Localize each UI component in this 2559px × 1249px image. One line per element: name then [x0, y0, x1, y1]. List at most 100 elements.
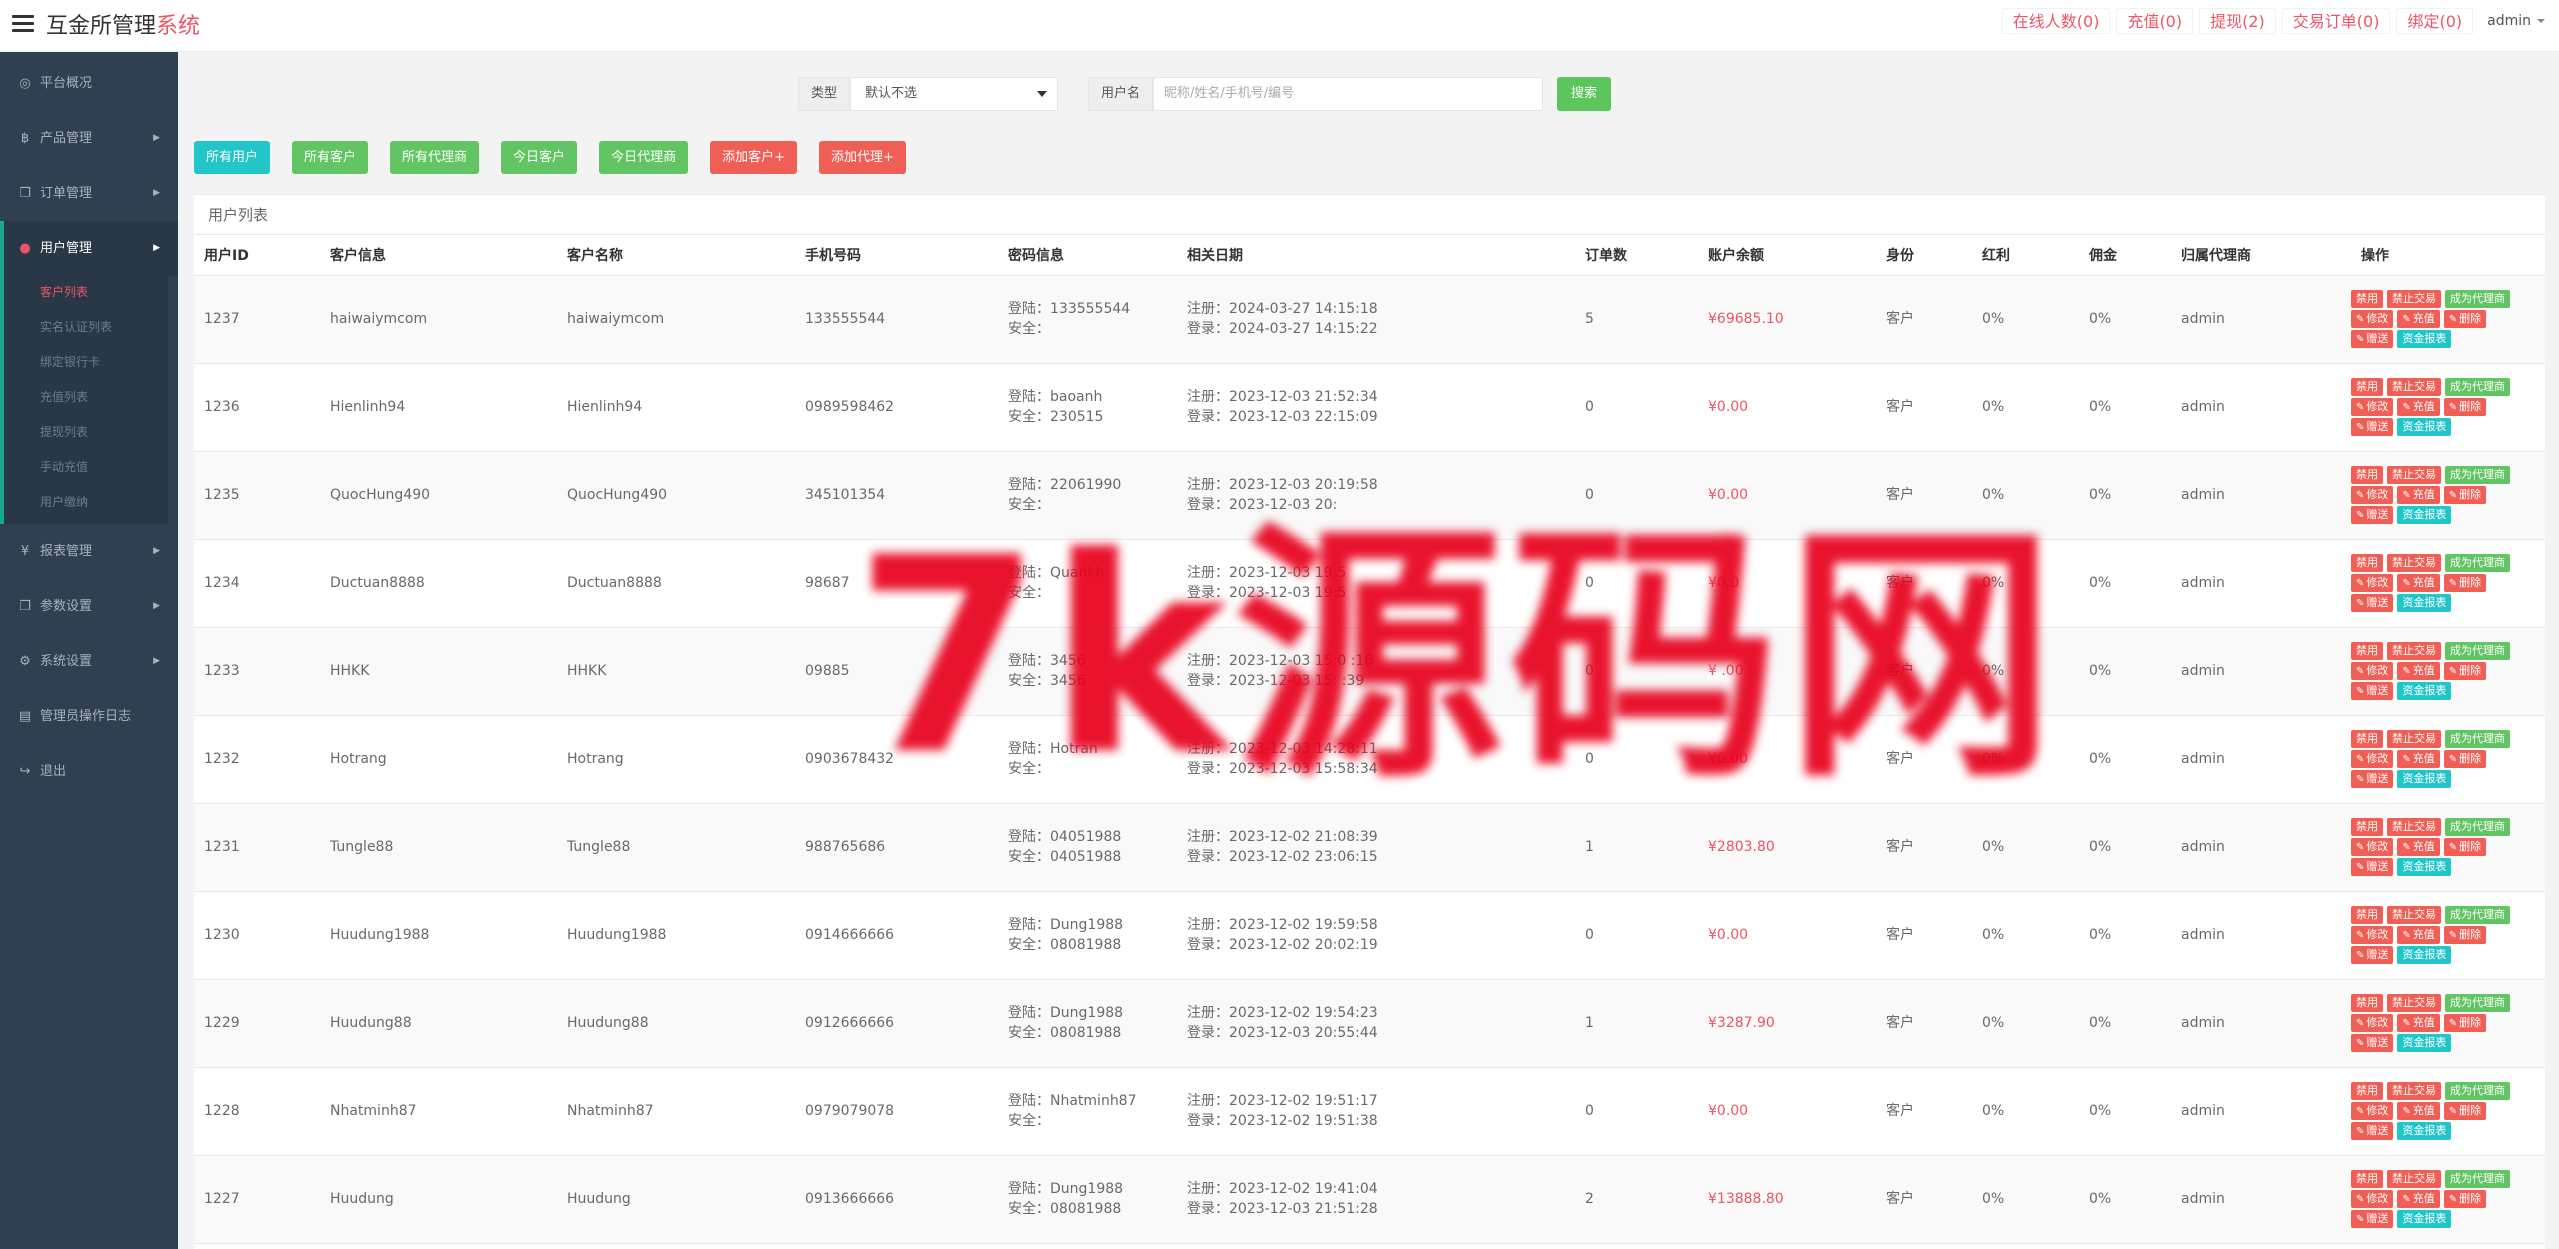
recharge-button[interactable]: ✎ 充值 [2397, 574, 2440, 592]
gift-button[interactable]: ✎ 赠送 [2351, 682, 2394, 700]
fund-report-button[interactable]: 资金报表 [2397, 594, 2452, 612]
fund-report-button[interactable]: 资金报表 [2397, 858, 2452, 876]
delete-button[interactable]: ✎ 删除 [2443, 1190, 2487, 1208]
delete-button[interactable]: ✎ 删除 [2443, 926, 2487, 944]
recharge-button[interactable]: ✎ 充值 [2397, 926, 2440, 944]
recharge-button[interactable]: ✎ 充值 [2397, 1014, 2440, 1032]
gift-button[interactable]: ✎ 赠送 [2351, 330, 2394, 348]
trade-orders-link[interactable]: 交易订单(0) [2281, 8, 2391, 34]
gift-button[interactable]: ✎ 赠送 [2351, 770, 2394, 788]
ban-trade-button[interactable]: 禁止交易 [2387, 906, 2441, 924]
recharge-button[interactable]: ✎ 充值 [2397, 398, 2440, 416]
gift-button[interactable]: ✎ 赠送 [2351, 594, 2394, 612]
become-agent-button[interactable]: 成为代理商 [2445, 906, 2510, 924]
ban-trade-button[interactable]: 禁止交易 [2387, 466, 2441, 484]
disable-button[interactable]: 禁用 [2351, 554, 2383, 572]
gift-button[interactable]: ✎ 赠送 [2351, 1034, 2394, 1052]
all-users-button[interactable]: 所有用户 [194, 141, 271, 174]
become-agent-button[interactable]: 成为代理商 [2445, 994, 2510, 1012]
recharge-link[interactable]: 充值(0) [2116, 8, 2194, 34]
all-agents-button[interactable]: 所有代理商 [390, 141, 480, 174]
ban-trade-button[interactable]: 禁止交易 [2387, 642, 2441, 660]
gift-button[interactable]: ✎ 赠送 [2351, 1210, 2394, 1228]
disable-button[interactable]: 禁用 [2351, 1082, 2383, 1100]
sidebar-item-products[interactable]: ฿ 产品管理 ▶ [0, 111, 178, 166]
disable-button[interactable]: 禁用 [2351, 818, 2383, 836]
recharge-button[interactable]: ✎ 充值 [2397, 1190, 2440, 1208]
fund-report-button[interactable]: 资金报表 [2397, 330, 2452, 348]
edit-button[interactable]: ✎ 修改 [2351, 398, 2394, 416]
disable-button[interactable]: 禁用 [2351, 378, 2383, 396]
submenu-bank-cards[interactable]: 绑定银行卡 [4, 345, 168, 380]
edit-button[interactable]: ✎ 修改 [2351, 1014, 2394, 1032]
fund-report-button[interactable]: 资金报表 [2397, 1122, 2452, 1140]
disable-button[interactable]: 禁用 [2351, 466, 2383, 484]
delete-button[interactable]: ✎ 删除 [2443, 750, 2487, 768]
add-customer-button[interactable]: 添加客户+ [710, 141, 797, 174]
sidebar-item-reports[interactable]: ¥ 报表管理 ▶ [0, 524, 178, 579]
fund-report-button[interactable]: 资金报表 [2397, 682, 2452, 700]
fund-report-button[interactable]: 资金报表 [2397, 946, 2452, 964]
sidebar-item-params[interactable]: ❐ 参数设置 ▶ [0, 579, 178, 634]
bind-link[interactable]: 绑定(0) [2396, 8, 2474, 34]
gift-button[interactable]: ✎ 赠送 [2351, 418, 2394, 436]
recharge-button[interactable]: ✎ 充值 [2397, 662, 2440, 680]
edit-button[interactable]: ✎ 修改 [2351, 838, 2394, 856]
become-agent-button[interactable]: 成为代理商 [2445, 290, 2510, 308]
disable-button[interactable]: 禁用 [2351, 1170, 2383, 1188]
disable-button[interactable]: 禁用 [2351, 994, 2383, 1012]
withdraw-link[interactable]: 提现(2) [2199, 8, 2276, 34]
edit-button[interactable]: ✎ 修改 [2351, 926, 2394, 944]
fund-report-button[interactable]: 资金报表 [2397, 1210, 2452, 1228]
become-agent-button[interactable]: 成为代理商 [2445, 642, 2510, 660]
edit-button[interactable]: ✎ 修改 [2351, 662, 2394, 680]
disable-button[interactable]: 禁用 [2351, 906, 2383, 924]
edit-button[interactable]: ✎ 修改 [2351, 310, 2394, 328]
disable-button[interactable]: 禁用 [2351, 642, 2383, 660]
ban-trade-button[interactable]: 禁止交易 [2387, 1082, 2441, 1100]
fund-report-button[interactable]: 资金报表 [2397, 506, 2452, 524]
user-menu[interactable]: admin [2487, 13, 2545, 29]
submenu-verification-list[interactable]: 实名认证列表 [4, 310, 168, 345]
sidebar-item-dashboard[interactable]: ◎ 平台概况 [0, 56, 178, 111]
recharge-button[interactable]: ✎ 充值 [2397, 1102, 2440, 1120]
edit-button[interactable]: ✎ 修改 [2351, 486, 2394, 504]
delete-button[interactable]: ✎ 删除 [2443, 310, 2487, 328]
ban-trade-button[interactable]: 禁止交易 [2387, 818, 2441, 836]
ban-trade-button[interactable]: 禁止交易 [2387, 730, 2441, 748]
type-select[interactable]: 默认不选 [850, 77, 1059, 111]
recharge-button[interactable]: ✎ 充值 [2397, 750, 2440, 768]
ban-trade-button[interactable]: 禁止交易 [2387, 554, 2441, 572]
become-agent-button[interactable]: 成为代理商 [2445, 1170, 2510, 1188]
become-agent-button[interactable]: 成为代理商 [2445, 818, 2510, 836]
disable-button[interactable]: 禁用 [2351, 730, 2383, 748]
delete-button[interactable]: ✎ 删除 [2443, 486, 2487, 504]
all-customers-button[interactable]: 所有客户 [292, 141, 369, 174]
fund-report-button[interactable]: 资金报表 [2397, 770, 2452, 788]
delete-button[interactable]: ✎ 删除 [2443, 1102, 2487, 1120]
delete-button[interactable]: ✎ 删除 [2443, 838, 2487, 856]
ban-trade-button[interactable]: 禁止交易 [2387, 1170, 2441, 1188]
edit-button[interactable]: ✎ 修改 [2351, 750, 2394, 768]
sidebar-item-users[interactable]: ● 用户管理 ▶ [0, 221, 178, 276]
today-agents-button[interactable]: 今日代理商 [599, 141, 689, 174]
become-agent-button[interactable]: 成为代理商 [2445, 378, 2510, 396]
gift-button[interactable]: ✎ 赠送 [2351, 946, 2394, 964]
gift-button[interactable]: ✎ 赠送 [2351, 858, 2394, 876]
ban-trade-button[interactable]: 禁止交易 [2387, 290, 2441, 308]
today-customers-button[interactable]: 今日客户 [501, 141, 578, 174]
edit-button[interactable]: ✎ 修改 [2351, 574, 2394, 592]
delete-button[interactable]: ✎ 删除 [2443, 398, 2487, 416]
username-search-input[interactable]: 昵称/姓名/手机号/编号 [1153, 77, 1544, 111]
recharge-button[interactable]: ✎ 充值 [2397, 310, 2440, 328]
sidebar-item-system[interactable]: ⚙ 系统设置 ▶ [0, 634, 178, 689]
fund-report-button[interactable]: 资金报表 [2397, 418, 2452, 436]
ban-trade-button[interactable]: 禁止交易 [2387, 994, 2441, 1012]
edit-button[interactable]: ✎ 修改 [2351, 1190, 2394, 1208]
delete-button[interactable]: ✎ 删除 [2443, 662, 2487, 680]
recharge-button[interactable]: ✎ 充值 [2397, 486, 2440, 504]
gift-button[interactable]: ✎ 赠送 [2351, 506, 2394, 524]
edit-button[interactable]: ✎ 修改 [2351, 1102, 2394, 1120]
add-agent-button[interactable]: 添加代理+ [818, 141, 906, 174]
submenu-customer-list[interactable]: 客户列表 [4, 275, 168, 310]
